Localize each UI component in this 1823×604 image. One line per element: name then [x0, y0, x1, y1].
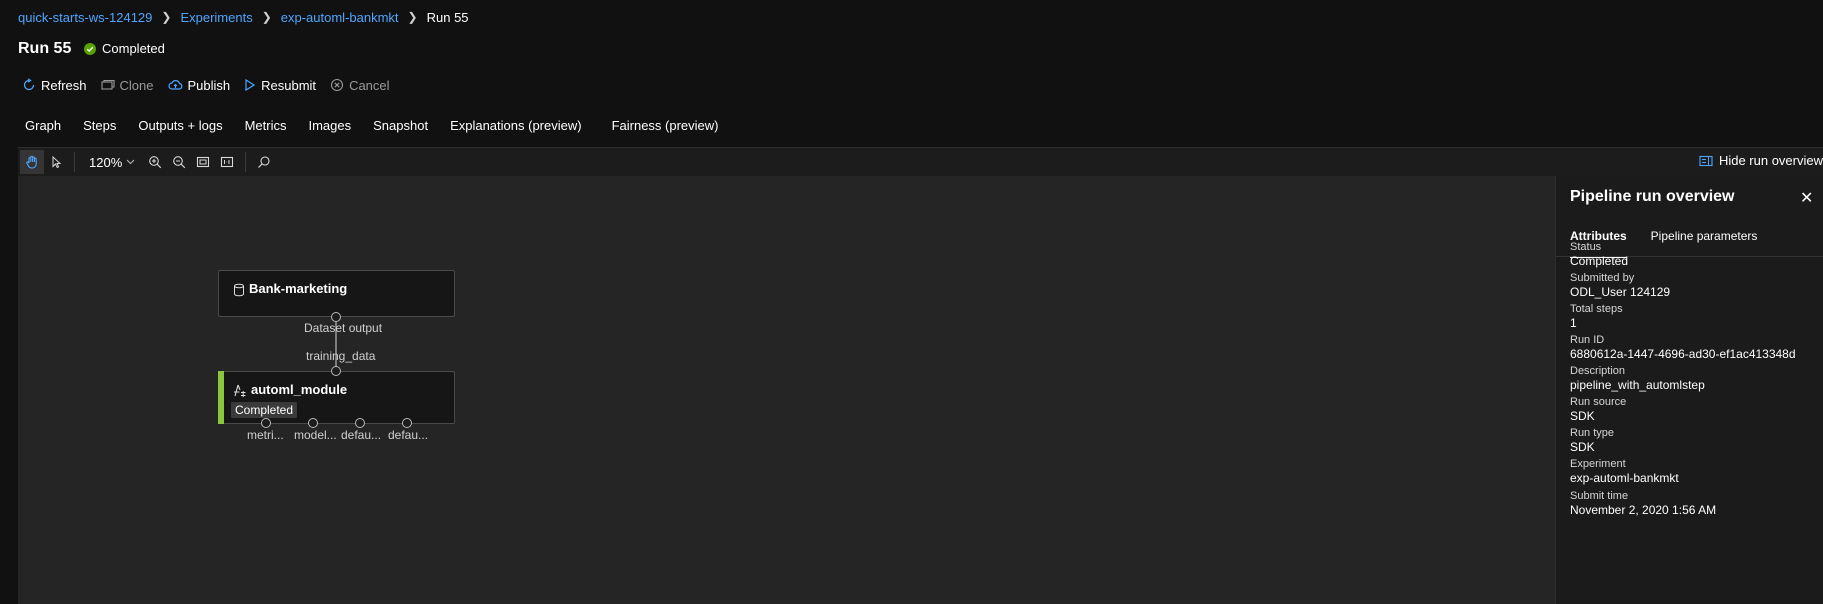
close-icon[interactable]: ✕ [1800, 188, 1813, 208]
attr-value: pipeline_with_automlstep [1570, 378, 1705, 392]
attr-value: 1 [1570, 316, 1577, 330]
attr-submitted-by: Submitted by ODL_User 124129 [1570, 272, 1670, 299]
dataset-node-title: Bank-marketing [249, 281, 348, 296]
attr-value: ODL_User 124129 [1570, 285, 1671, 299]
attr-experiment: Experiment exp-automl-bankmkt [1570, 458, 1679, 485]
attr-total-steps: Total steps 1 [1570, 303, 1623, 330]
attr-label: Total steps [1570, 303, 1623, 315]
module-output-label: defau... [388, 428, 429, 442]
panel-title: Pipeline run overview [1570, 188, 1735, 205]
module-output-label: model... [294, 428, 337, 442]
hide-run-overview-button[interactable]: Hide run overview [1699, 153, 1823, 168]
attr-label: Run ID [1570, 334, 1605, 346]
attr-status: Status Completed [1570, 241, 1628, 268]
panel-tab-pipeline-parameters[interactable]: Pipeline parameters [1651, 229, 1758, 253]
module-output-port[interactable] [308, 418, 318, 428]
attr-run-id: Run ID 6880612a-1447-4696-ad30-ef1ac4133… [1570, 334, 1796, 361]
attr-run-source: Run source SDK [1570, 396, 1626, 423]
edge-label: training_data [306, 349, 376, 363]
attr-description: Description pipeline_with_automlstep [1570, 365, 1705, 392]
attr-label: Experiment [1570, 458, 1626, 470]
automl-module-node[interactable]: automl_module Completed [218, 371, 455, 424]
attr-label: Status [1570, 241, 1602, 253]
experiment-link[interactable]: exp-automl-bankmkt [1570, 471, 1679, 485]
database-icon [233, 283, 245, 297]
attr-value: 6880612a-1447-4696-ad30-ef1ac413348d [1570, 347, 1796, 361]
module-status-bar [218, 371, 224, 424]
attr-run-type: Run type SDK [1570, 427, 1614, 454]
dataset-output-label: Dataset output [304, 321, 383, 335]
attr-label: Run source [1570, 396, 1627, 408]
module-output-port[interactable] [355, 418, 365, 428]
automl-icon [233, 384, 247, 398]
module-status-badge: Completed [231, 402, 298, 418]
hide-overview-label: Hide run overview [1718, 153, 1823, 168]
attr-value: SDK [1570, 409, 1595, 423]
attr-label: Submit time [1570, 490, 1629, 502]
module-output-label: metri... [247, 428, 284, 442]
attr-value: SDK [1570, 440, 1595, 454]
module-input-port[interactable] [331, 366, 341, 376]
attr-label: Description [1570, 365, 1626, 377]
attr-value: November 2, 2020 1:56 AM [1570, 503, 1717, 517]
dataset-node[interactable]: Bank-marketing [218, 270, 455, 317]
attr-submit-time: Submit time November 2, 2020 1:56 AM [1570, 490, 1716, 517]
attr-label: Submitted by [1570, 272, 1635, 284]
module-node-title: automl_module [251, 382, 348, 397]
module-output-port[interactable] [402, 418, 412, 428]
attr-label: Run type [1570, 427, 1615, 439]
panel-toggle-icon [1699, 155, 1713, 167]
module-output-label: defau... [341, 428, 382, 442]
attr-value: Completed [1570, 254, 1629, 268]
module-output-port[interactable] [261, 418, 271, 428]
